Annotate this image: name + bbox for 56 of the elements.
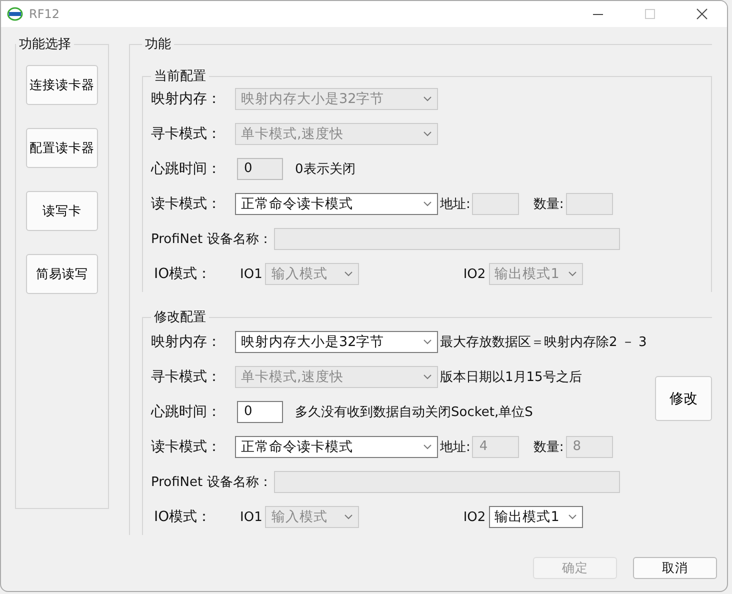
- chevron-down-icon: [423, 339, 432, 345]
- hint-text: 版本日期以1月15号之后: [440, 369, 582, 386]
- field-label: 数量:: [533, 439, 564, 456]
- field-label: 数量:: [533, 196, 564, 213]
- input-field[interactable]: [274, 471, 620, 493]
- field-label: 读卡模式：: [151, 438, 222, 456]
- window-title: RF12: [29, 7, 60, 21]
- field-label: IO1: [240, 266, 262, 282]
- sidebar-button[interactable]: 读写卡: [26, 191, 98, 231]
- hint-text: 0表示关闭: [295, 161, 356, 178]
- group-title: 功能选择: [18, 36, 72, 53]
- chevron-down-icon: [423, 96, 432, 102]
- field-label: 地址:: [440, 439, 470, 456]
- close-icon[interactable]: [696, 8, 708, 20]
- field-label: 心跳时间：: [151, 160, 222, 178]
- chevron-down-icon: [423, 444, 432, 450]
- field-label: 读卡模式：: [151, 195, 222, 213]
- field-label: IO2: [463, 266, 486, 282]
- input-field[interactable]: 0: [237, 158, 283, 180]
- chevron-down-icon: [423, 131, 432, 137]
- field-label: IO模式：: [153, 508, 212, 526]
- field-label: IO2: [463, 510, 486, 524]
- chevron-down-icon: [344, 271, 354, 277]
- dropdown[interactable]: 输出模式1: [488, 506, 583, 528]
- input-field[interactable]: 0: [237, 401, 283, 423]
- chevron-down-icon: [423, 374, 432, 380]
- sidebar-button[interactable]: 简易读写: [26, 254, 98, 294]
- dialog-button[interactable]: 取消: [633, 557, 717, 579]
- field-label: IO1: [240, 510, 262, 524]
- field-label: 地址:: [440, 196, 470, 213]
- field-label: IO模式：: [153, 265, 212, 283]
- sidebar-button[interactable]: 连接读卡器: [26, 65, 98, 105]
- field-label: 映射内存：: [151, 90, 222, 108]
- chevron-down-icon: [344, 514, 354, 520]
- chevron-down-icon: [568, 514, 577, 520]
- dropdown[interactable]: 正常命令读卡模式: [235, 193, 438, 215]
- field-label: 寻卡模式：: [151, 125, 222, 143]
- modify-button[interactable]: 修改: [654, 376, 712, 421]
- app-logo-icon: [7, 7, 23, 21]
- field-label: 心跳时间：: [151, 403, 222, 421]
- dropdown[interactable]: 映射内存大小是32字节: [235, 331, 438, 353]
- sidebar-button[interactable]: 配置读卡器: [26, 128, 98, 168]
- chevron-down-icon: [568, 271, 577, 277]
- hint-text: 多久没有收到数据自动关闭Socket,单位S: [295, 404, 533, 421]
- field-label: ProfiNet 设备名称：: [151, 231, 272, 248]
- field-label: 映射内存：: [151, 333, 222, 351]
- group-title: 修改配置: [153, 309, 207, 326]
- chevron-down-icon: [423, 201, 432, 207]
- hint-text: 最大存放数据区＝映射内存除2 － 3: [440, 334, 647, 351]
- field-label: 寻卡模式：: [151, 368, 222, 386]
- field-label: ProfiNet 设备名称：: [151, 474, 272, 491]
- group-title: 功能: [144, 36, 172, 53]
- input-field[interactable]: [274, 228, 620, 250]
- maximize-icon[interactable]: [644, 8, 656, 20]
- dropdown[interactable]: 正常命令读卡模式: [235, 436, 438, 458]
- group-title: 当前配置: [153, 68, 207, 85]
